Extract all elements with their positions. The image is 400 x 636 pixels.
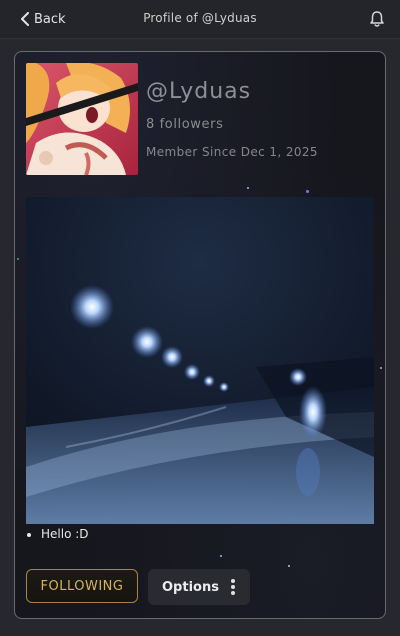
vertical-dots-icon — [230, 579, 235, 595]
username: @Lyduas — [146, 79, 252, 104]
profile-banner-image — [26, 197, 374, 524]
top-bar: Back Profile of @Lyduas — [0, 0, 400, 39]
page-title: Profile of @Lyduas — [143, 11, 257, 25]
star-decoration — [288, 565, 290, 567]
star-decoration — [220, 555, 222, 557]
star-decoration — [380, 367, 382, 369]
star-decoration — [17, 258, 19, 260]
bio-item: Hello :D — [41, 527, 89, 541]
avatar[interactable] — [26, 63, 138, 175]
star-decoration — [306, 190, 309, 193]
profile-card: @Lyduas 8 followers Member Since Dec 1, … — [14, 51, 386, 619]
follower-count[interactable]: 8 followers — [146, 117, 223, 132]
bio-list: Hello :D — [15, 527, 89, 541]
options-label: Options — [162, 579, 219, 595]
following-button[interactable]: FOLLOWING — [26, 569, 138, 603]
options-button[interactable]: Options — [148, 569, 250, 605]
bell-icon[interactable] — [369, 10, 385, 28]
member-since: Member Since Dec 1, 2025 — [146, 145, 318, 159]
star-decoration — [247, 187, 249, 189]
